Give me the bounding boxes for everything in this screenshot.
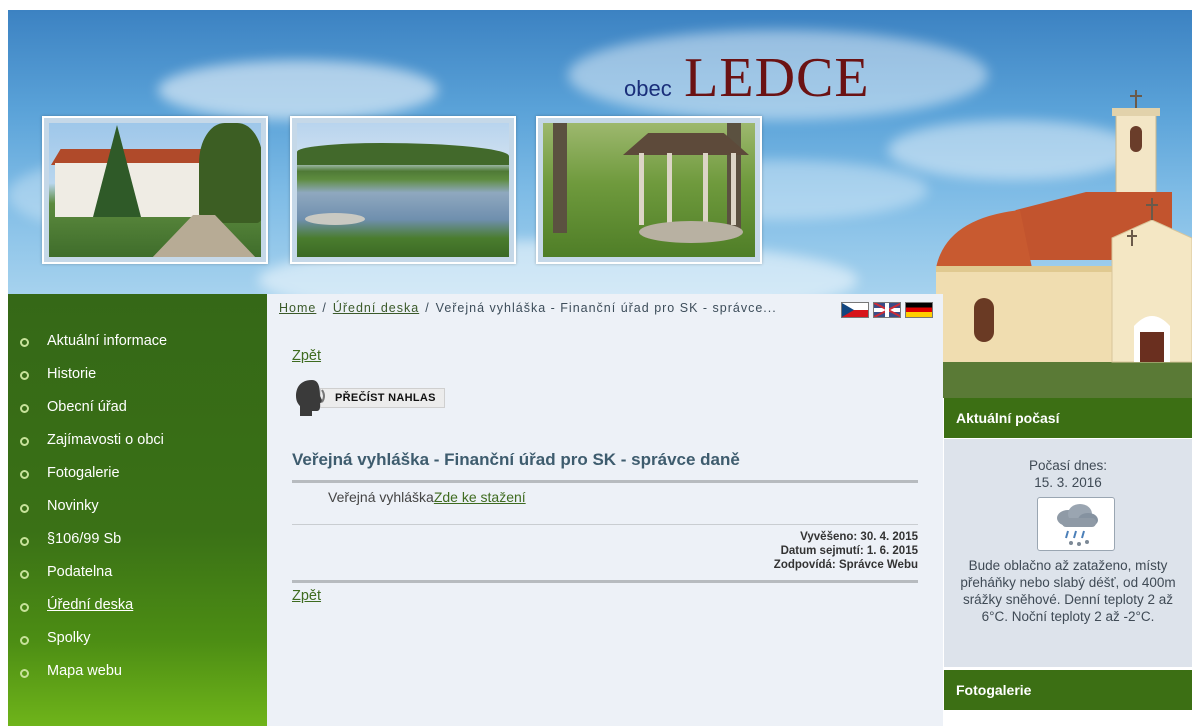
breadcrumb: Home / Úřední deska / Veřejná vyhláška - Fin…	[279, 301, 799, 315]
read-aloud-button[interactable]: PŘEČÍST NAHLAS	[292, 378, 445, 418]
removal-date: Datum sejmutí: 1. 6. 2015	[780, 545, 918, 557]
site-wordmark[interactable]: obec LEDCE	[624, 46, 870, 110]
weather-widget: Počasí dnes: 15. 3. 2016 Bude oblačno až…	[944, 439, 1192, 667]
pond-photo	[290, 116, 516, 264]
main-content: Home / Úřední deska / Veřejná vyhláška - Fin…	[267, 294, 943, 726]
castle-photo	[42, 116, 268, 264]
sidebar-item-label[interactable]: Podatelna	[47, 564, 112, 580]
breadcrumb-separator: /	[322, 301, 327, 315]
breadcrumb-separator: /	[425, 301, 430, 315]
breadcrumb-current: Veřejná vyhláška - Finanční úřad pro SK …	[435, 301, 777, 315]
weather-description: Bude oblačno až zataženo, místy přeháňky…	[960, 558, 1176, 624]
weather-date: 15. 3. 2016	[1034, 475, 1102, 490]
breadcrumb-home-link[interactable]: Home	[279, 301, 316, 315]
attachment-line: Veřejná vyhláškaZde ke stažení	[328, 489, 526, 505]
sidebar-item-label[interactable]: Spolky	[47, 630, 91, 646]
read-aloud-label: PŘEČÍST NAHLAS	[320, 388, 445, 408]
sidebar-item-fotogalerie[interactable]: Fotogalerie	[8, 456, 267, 489]
sidebar-item-paragraf-106[interactable]: §106/99 Sb	[8, 523, 267, 556]
notice-meta: Vyvěšeno: 30. 4. 2015 Datum sejmutí: 1. …	[774, 530, 918, 572]
sidebar-item-historie[interactable]: Historie	[8, 357, 267, 390]
sidebar-item-label[interactable]: Úřední deska	[47, 597, 133, 613]
download-link[interactable]: Zde ke stažení	[434, 489, 526, 505]
menu-bullet-icon	[20, 437, 29, 447]
menu-bullet-icon	[20, 668, 29, 678]
page: obec LEDCE Aktuální informace Historie O…	[8, 10, 1192, 726]
language-switcher	[841, 302, 933, 318]
menu-bullet-icon	[20, 569, 29, 579]
menu-bullet-icon	[20, 536, 29, 546]
sidebar-item-spolky[interactable]: Spolky	[8, 622, 267, 655]
weather-heading: Aktuální počasí	[944, 398, 1192, 438]
sidebar-item-label[interactable]: Novinky	[47, 498, 99, 514]
page-title: Veřejná vyhláška - Finanční úřad pro SK …	[292, 450, 740, 469]
right-column: Aktuální počasí Počasí dnes: 15. 3. 2016	[944, 398, 1192, 726]
sidebar-item-label[interactable]: §106/99 Sb	[47, 531, 121, 547]
menu-bullet-icon	[20, 470, 29, 480]
breadcrumb-section-link[interactable]: Úřední deska	[333, 301, 419, 315]
menu-bullet-icon	[20, 404, 29, 414]
sidebar-item-label[interactable]: Zajímavosti o obci	[47, 432, 164, 448]
responsible-person: Zodpovídá: Správce Webu	[773, 559, 918, 571]
posted-date: Vyvěšeno: 30. 4. 2015	[800, 531, 918, 543]
church-photo	[936, 90, 1192, 398]
main-navigation: Aktuální informace Historie Obecní úřad …	[8, 294, 267, 726]
flag-de-icon[interactable]	[905, 302, 933, 318]
flag-uk-icon[interactable]	[873, 302, 901, 318]
rain-snow-cloud-icon	[1037, 497, 1115, 551]
sidebar-item-aktualni-informace[interactable]: Aktuální informace	[8, 324, 267, 357]
divider	[292, 480, 918, 483]
sidebar-item-novinky[interactable]: Novinky	[8, 489, 267, 522]
wordmark-prefix: obec	[624, 76, 672, 101]
sidebar-item-podatelna[interactable]: Podatelna	[8, 556, 267, 589]
sidebar-item-uredni-deska[interactable]: Úřední deska	[8, 589, 267, 622]
gazebo-photo	[536, 116, 762, 264]
back-link-top[interactable]: Zpět	[292, 348, 321, 364]
attachment-name: Veřejná vyhláška	[328, 489, 434, 505]
divider	[292, 524, 918, 525]
sidebar-item-label[interactable]: Aktuální informace	[47, 333, 167, 349]
divider	[292, 580, 918, 583]
menu-bullet-icon	[20, 602, 29, 612]
menu-bullet-icon	[20, 338, 29, 348]
back-link-bottom[interactable]: Zpět	[292, 588, 321, 604]
sidebar-item-label[interactable]: Fotogalerie	[47, 465, 120, 481]
sidebar-item-mapa-webu[interactable]: Mapa webu	[8, 655, 267, 688]
weather-today-label: Počasí dnes:	[1028, 458, 1108, 473]
sidebar-item-label[interactable]: Historie	[47, 366, 96, 382]
sidebar-item-label[interactable]: Mapa webu	[47, 663, 122, 679]
sidebar-item-zajimavosti[interactable]: Zajímavosti o obci	[8, 423, 267, 456]
wordmark-name: LEDCE	[684, 47, 870, 109]
flag-cz-icon[interactable]	[841, 302, 869, 318]
menu-bullet-icon	[20, 503, 29, 513]
gallery-heading[interactable]: Fotogalerie	[944, 670, 1192, 710]
menu-bullet-icon	[20, 635, 29, 645]
sidebar-item-label[interactable]: Obecní úřad	[47, 399, 127, 415]
speaking-head-icon	[292, 378, 328, 418]
menu-bullet-icon	[20, 371, 29, 381]
sidebar-item-obecni-urad[interactable]: Obecní úřad	[8, 390, 267, 423]
